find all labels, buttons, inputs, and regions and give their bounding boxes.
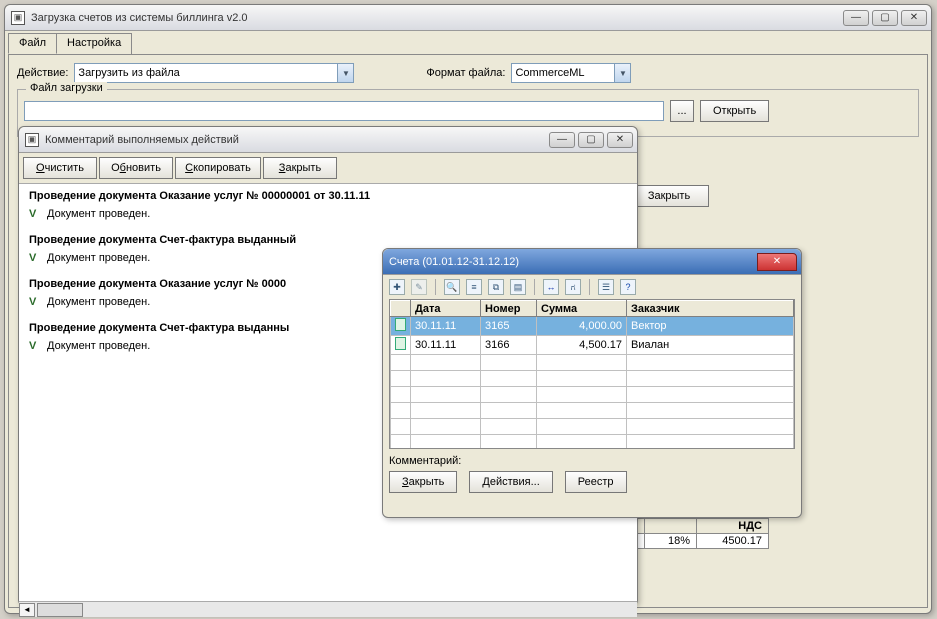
new-icon[interactable]: ✚	[389, 279, 405, 295]
format-value: CommerceML	[515, 67, 584, 79]
table-row-empty	[391, 403, 794, 419]
check-icon: V	[29, 340, 41, 352]
maximize-button[interactable]: ▢	[578, 132, 604, 148]
log-text: Документ проведен.	[47, 208, 150, 220]
refresh-button[interactable]: Обновить	[99, 157, 173, 179]
main-titlebar[interactable]: ▣ Загрузка счетов из системы биллинга v2…	[5, 5, 931, 31]
check-icon: V	[29, 296, 41, 308]
accounts-toolbar: ✚ ✎ 🔍 ≡ ⧉ ▤ ↔ ಗ ☰ ?	[383, 275, 801, 299]
clear-button[interactable]: Очистить	[23, 157, 97, 179]
action-value: Загрузить из файла	[78, 67, 179, 79]
comment-label: Комментарий:	[389, 455, 795, 467]
close-button[interactable]: ✕	[757, 253, 797, 271]
doc-icon	[391, 336, 411, 355]
log-close-button[interactable]: Закрыть	[263, 157, 337, 179]
table-row-empty	[391, 387, 794, 403]
col-date[interactable]: Дата	[411, 301, 481, 317]
copy-icon[interactable]: ⧉	[488, 279, 504, 295]
frag-h2	[645, 519, 697, 534]
log-text: Документ проведен.	[47, 296, 150, 308]
table-row[interactable]: 30.11.1131664,500.17Виалан	[391, 336, 794, 355]
cell-date: 30.11.11	[411, 317, 481, 336]
tree-icon[interactable]: ಗ	[565, 279, 581, 295]
mark-icon[interactable]: ▤	[510, 279, 526, 295]
log-toolbar: Очистить Обновить Скопировать Закрыть	[19, 153, 637, 183]
accounts-register-button[interactable]: Реестр	[565, 471, 627, 493]
frag-v2: 18%	[645, 534, 697, 549]
dropdown-arrow-icon[interactable]: ▼	[337, 64, 353, 82]
cell-sum: 4,500.17	[537, 336, 627, 355]
accounts-close-button[interactable]: Закрыть	[389, 471, 457, 493]
accounts-grid[interactable]: Дата Номер Сумма Заказчик 30.11.1131654,…	[389, 299, 795, 449]
help-icon[interactable]: ?	[620, 279, 636, 295]
accounts-window: Счета (01.01.12-31.12.12) ✕ ✚ ✎ 🔍 ≡ ⧉ ▤ …	[382, 248, 802, 518]
frag-v3: 4500.17	[697, 534, 769, 549]
file-load-legend: Файл загрузки	[26, 82, 107, 94]
log-text: Документ проведен.	[47, 340, 150, 352]
props-icon[interactable]: ☰	[598, 279, 614, 295]
col-icon[interactable]	[391, 301, 411, 317]
tab-file[interactable]: Файл	[8, 33, 57, 54]
app-icon: ▣	[25, 133, 39, 147]
format-label: Формат файла:	[426, 67, 505, 79]
log-titlebar[interactable]: ▣ Комментарий выполняемых действий — ▢ ✕	[19, 127, 637, 153]
cell-customer: Вектор	[627, 317, 794, 336]
close-button[interactable]: ✕	[607, 132, 633, 148]
dropdown-arrow-icon[interactable]: ▼	[614, 64, 630, 82]
table-row-empty	[391, 355, 794, 371]
minimize-button[interactable]: —	[549, 132, 575, 148]
scroll-thumb[interactable]	[37, 603, 83, 617]
main-title: Загрузка счетов из системы биллинга v2.0	[31, 12, 843, 24]
col-sum[interactable]: Сумма	[537, 301, 627, 317]
log-title: Комментарий выполняемых действий	[45, 134, 549, 146]
cell-sum: 4,000.00	[537, 317, 627, 336]
accounts-actions-button[interactable]: Действия...	[469, 471, 552, 493]
table-row-empty	[391, 371, 794, 387]
h-scrollbar[interactable]: ◄	[19, 601, 637, 617]
app-icon: ▣	[11, 11, 25, 25]
copy-button[interactable]: Скопировать	[175, 157, 261, 179]
scroll-left-icon[interactable]: ◄	[19, 603, 35, 617]
find-icon[interactable]: 🔍	[444, 279, 460, 295]
cell-customer: Виалан	[627, 336, 794, 355]
table-row[interactable]: 30.11.1131654,000.00Вектор	[391, 317, 794, 336]
log-head: Проведение документа Счет-фактура выданн…	[29, 234, 627, 246]
edit-icon[interactable]: ✎	[411, 279, 427, 295]
format-combo[interactable]: CommerceML ▼	[511, 63, 631, 83]
log-head: Проведение документа Оказание услуг № 00…	[29, 190, 627, 202]
cell-number: 3165	[481, 317, 537, 336]
filter-icon[interactable]: ≡	[466, 279, 482, 295]
cell-number: 3166	[481, 336, 537, 355]
close-button[interactable]: ✕	[901, 10, 927, 26]
browse-button[interactable]: ...	[670, 100, 694, 122]
table-row-empty	[391, 435, 794, 450]
cell-date: 30.11.11	[411, 336, 481, 355]
minimize-button[interactable]: —	[843, 10, 869, 26]
frag-h3: НДС	[697, 519, 769, 534]
range-icon[interactable]: ↔	[543, 279, 559, 295]
open-button[interactable]: Открыть	[700, 100, 769, 122]
file-path-input[interactable]	[24, 101, 664, 121]
accounts-titlebar[interactable]: Счета (01.01.12-31.12.12) ✕	[383, 249, 801, 275]
log-text: Документ проведен.	[47, 252, 150, 264]
action-combo[interactable]: Загрузить из файла ▼	[74, 63, 354, 83]
maximize-button[interactable]: ▢	[872, 10, 898, 26]
action-label: Действие:	[17, 67, 68, 79]
check-icon: V	[29, 252, 41, 264]
tab-settings[interactable]: Настройка	[56, 33, 132, 54]
main-close-button[interactable]: Закрыть	[629, 185, 709, 207]
col-number[interactable]: Номер	[481, 301, 537, 317]
col-customer[interactable]: Заказчик	[627, 301, 794, 317]
doc-icon	[391, 317, 411, 336]
check-icon: V	[29, 208, 41, 220]
table-row-empty	[391, 419, 794, 435]
accounts-title: Счета (01.01.12-31.12.12)	[389, 256, 757, 268]
